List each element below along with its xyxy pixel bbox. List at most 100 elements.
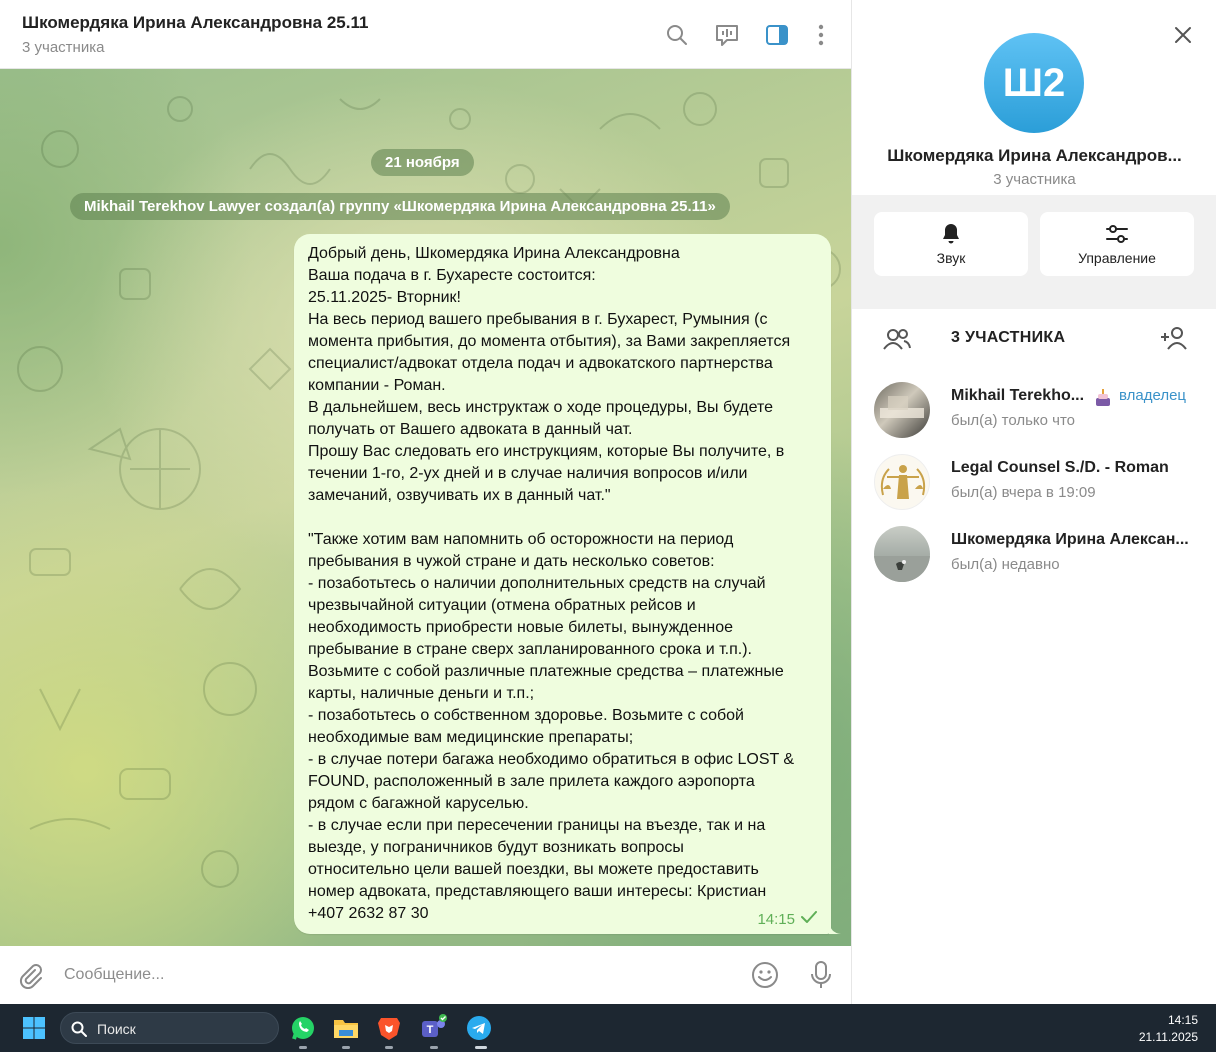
message-line: течении 1-го, 2-ух дней и в случае налич… [308,465,748,482]
message-bubble[interactable]: Добрый день, Шкомердяка Ирина Александро… [294,234,831,934]
telegram-app-icon[interactable] [464,1013,494,1043]
message-line: "Также хотим вам напомнить об осторожнос… [308,531,734,548]
message-line: необходимые вам медицинские препараты; [308,729,634,746]
message-line: FOUND, расположенный в зале прилета кажд… [308,773,755,790]
member-name: Legal Counsel S./D. - Roman [951,459,1169,476]
taskbar-search[interactable]: Поиск [60,1012,279,1044]
more-options-icon[interactable] [808,22,834,48]
message-line: компании - Роман. [308,377,446,394]
close-icon[interactable] [1173,25,1193,45]
message-line: замечаний, озвучивать их в данный чат." [308,487,611,504]
settings-sliders-icon [1106,225,1128,243]
justice-logo-icon [880,465,926,499]
group-member-count: 3 участника [993,171,1076,188]
message-line: специалист/адвокат отдела подач и адвока… [308,355,773,372]
member-name: Mikhail Terekho... [951,387,1085,404]
message-input[interactable] [64,964,724,986]
microphone-icon[interactable] [808,960,834,995]
member-name: Шкомердяка Ирина Алексан... [951,531,1189,548]
members-header: 3 УЧАСТНИКА [852,309,1216,367]
app-running-indicator [342,1046,350,1049]
sound-button[interactable]: Звук [874,212,1028,276]
app-running-indicator [430,1046,438,1049]
date-separator: 21 ноября [371,149,474,176]
sidebar-toggle-icon[interactable] [764,22,790,48]
message-text: Добрый день, Шкомердяка Ирина Александро… [308,243,817,925]
member-role-badge: владелец [1119,387,1187,404]
message-line: - позаботьтесь о собственном здоровье. В… [308,707,744,724]
member-avatar[interactable] [874,382,930,438]
message-line: 25.11.2025- Вторник! [308,289,461,306]
whatsapp-app-icon[interactable] [288,1013,318,1043]
chat-header[interactable]: Шкомердяка Ирина Александровна 25.11 3 у… [0,0,851,69]
message-time: 14:15 [757,910,795,928]
app-active-indicator [475,1046,487,1049]
search-label: Поиск [97,1021,136,1037]
message-line: В дальнейшем, весь инструктаж о ходе про… [308,399,773,416]
message-line: момента прибытия, до момента отбытия), з… [308,333,791,350]
group-avatar[interactable]: Ш2 [984,33,1084,133]
chat-title[interactable]: Шкомердяка Ирина Александровна 25.11 [22,13,368,33]
message-line: пребывание в стране сверх запланированно… [308,641,752,658]
message-line: выезде, у пограничников будут возникать … [308,839,684,856]
member-avatar[interactable] [874,454,930,510]
message-meta: 14:15 [757,910,817,928]
svg-text:T: T [427,1024,434,1036]
app-running-indicator [385,1046,393,1049]
message-line: На весь период вашего пребывания в г. Бу… [308,311,768,328]
sound-label: Звук [936,250,966,266]
member-avatar[interactable] [874,526,930,582]
close-panel-button[interactable] [1170,22,1196,48]
section-divider [852,297,1216,309]
message-line: - в случае потери багажа необходимо обра… [308,751,795,768]
bell-icon [943,224,959,244]
message-line [308,507,817,529]
voice-chat-icon[interactable] [714,22,740,48]
chat-area: Шкомердяка Ирина Александровна 25.11 3 у… [0,0,851,1004]
message-line: карты, наличные деньги и т.п.; [308,685,535,702]
message-line: чрезвычайной ситуации (отмена обратных р… [308,597,696,614]
message-composer [0,946,851,1004]
search-icon[interactable] [664,22,690,48]
message-line: +407 2632 87 30 [308,905,429,922]
manage-label: Управление [1078,250,1156,266]
search-icon [71,1021,87,1037]
group-name: Шкомердяка Ирина Александров... [887,146,1182,165]
app-running-indicator [299,1046,307,1049]
message-line: - в случае если при пересечении границы … [308,817,766,834]
attach-icon[interactable] [16,961,44,994]
group-info-panel: Ш2 Шкомердяка Ирина Александров... 3 уча… [851,0,1216,1004]
message-line: номер адвоката, представляющего ваши инт… [308,883,767,900]
message-line: пребывания в чужой стране и дать несколь… [308,553,715,570]
members-icon [882,327,912,356]
taskbar-clock-time[interactable]: 14:15 [1140,1013,1198,1027]
cake-icon [1094,388,1112,413]
member-status: был(а) только что [951,412,1076,429]
message-line: необходимость приобрести новые билеты, в… [308,619,734,636]
file-explorer-icon[interactable] [331,1013,361,1043]
message-line: рядом с багажной каруселью. [308,795,529,812]
taskbar: Поиск T 14:15 21.11.2025 [0,1004,1216,1052]
add-member-icon[interactable] [1160,325,1190,356]
message-line: Возьмите с собой различные платежные сре… [308,663,784,680]
start-button[interactable] [22,1016,46,1040]
group-created-service-message: Mikhail Terekhov Lawyer создал(а) группу… [70,193,730,220]
message-line: Добрый день, Шкомердяка Ирина Александро… [308,245,680,262]
bubble-tail [829,921,841,934]
emoji-icon[interactable] [751,961,779,994]
chat-subtitle[interactable]: 3 участника [22,39,104,56]
member-status: был(а) вчера в 19:09 [951,484,1096,501]
member-row[interactable]: Mikhail Terekho... владелец был(а) тольк… [852,378,1216,442]
chat-background: 21 ноября Mikhail Terekhov Lawyer создал… [0,69,851,946]
message-line: относительно цели вашей поездки, вы може… [308,861,759,878]
manage-button[interactable]: Управление [1040,212,1194,276]
brave-browser-icon[interactable] [374,1013,404,1043]
member-row[interactable]: Шкомердяка Ирина Алексан... был(а) недав… [852,522,1216,586]
message-line: - позаботьтесь о наличии дополнительных … [308,575,766,592]
windows-icon [23,1017,45,1039]
seagull-icon [874,556,930,582]
member-row[interactable]: Legal Counsel S./D. - Roman был(а) вчера… [852,450,1216,514]
taskbar-clock-date[interactable]: 21.11.2025 [1120,1030,1198,1044]
members-title: 3 УЧАСТНИКА [951,329,1066,346]
teams-app-icon[interactable]: T [419,1013,449,1043]
